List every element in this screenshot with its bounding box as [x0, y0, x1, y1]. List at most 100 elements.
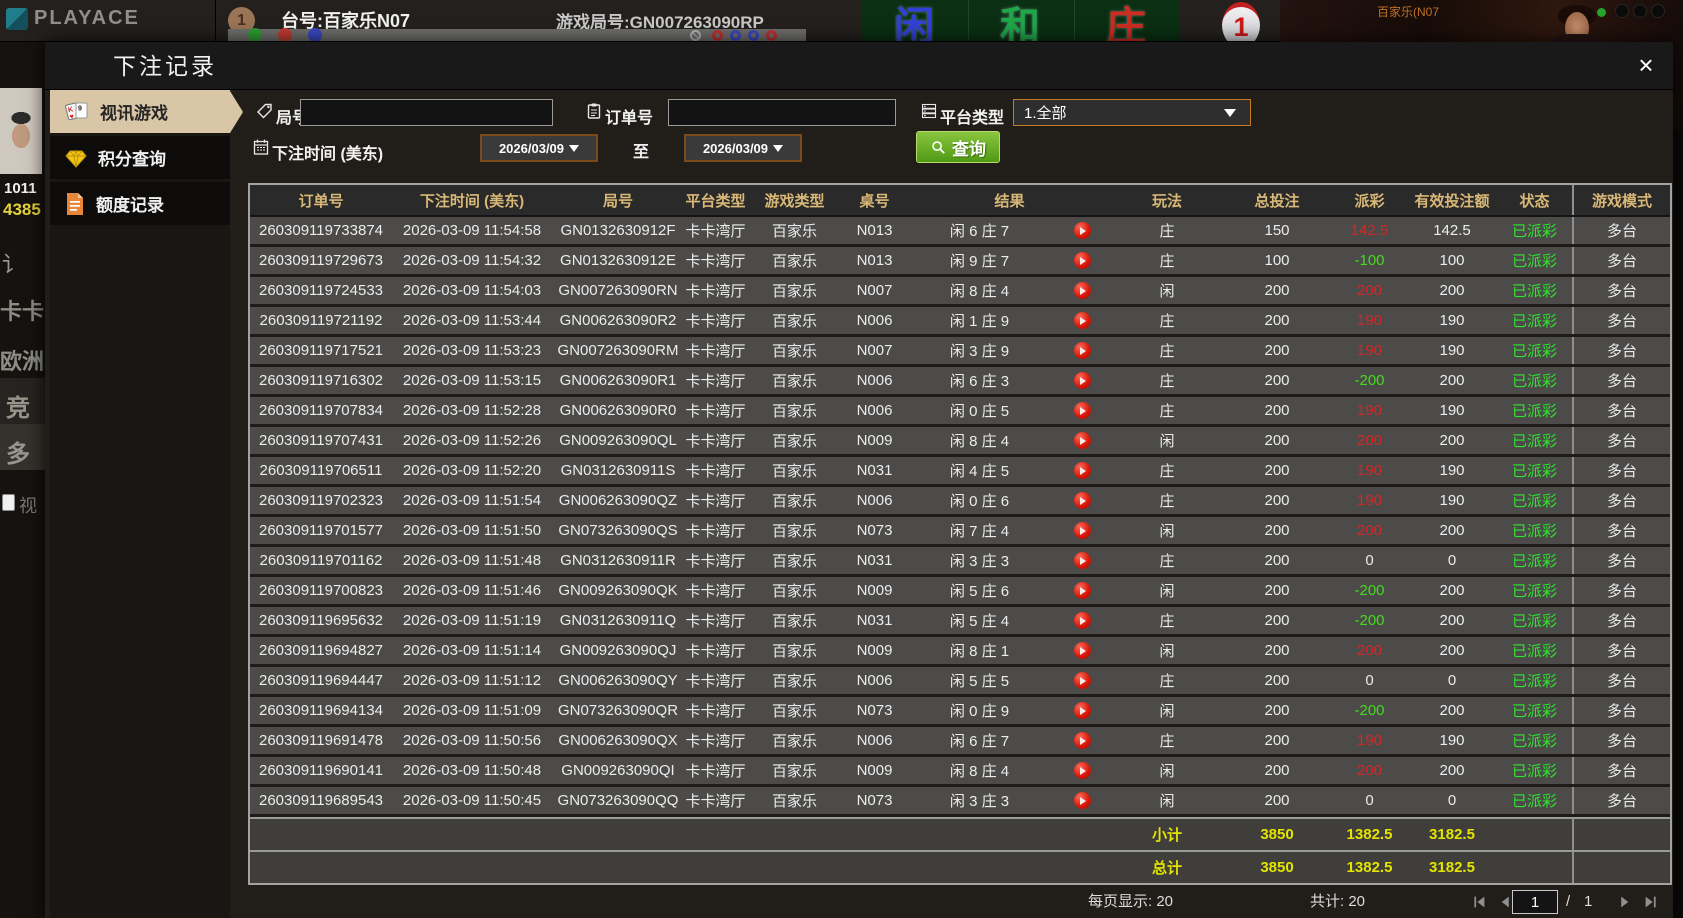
tab-quota-records[interactable]: 额度记录: [50, 182, 230, 225]
play-triangle-icon: [1080, 406, 1086, 415]
play-replay-button[interactable]: [1073, 732, 1091, 749]
cell-platform: 卡卡湾厅: [685, 493, 746, 510]
table-body: 260309119733874 2026-03-09 11:54:58 GN01…: [250, 217, 1670, 817]
cell-status: 已派彩: [1511, 553, 1557, 570]
cell-status: 已派彩: [1511, 403, 1557, 420]
cell-status: 已派彩: [1511, 433, 1557, 450]
table-row[interactable]: 260309119721192 2026-03-09 11:53:44 GN00…: [250, 307, 1670, 337]
date-to-picker[interactable]: 2026/03/09: [684, 134, 802, 162]
round-id-input[interactable]: [300, 99, 553, 126]
cell-round-id: GN006263090QY: [558, 672, 678, 689]
cell-game-type: 百家乐: [771, 643, 817, 660]
cell-valid-bet: 200: [1439, 432, 1465, 449]
table-row[interactable]: 260309119706511 2026-03-09 11:52:20 GN03…: [250, 457, 1670, 487]
cell-round-id: GN007263090RN: [558, 282, 678, 299]
play-replay-button[interactable]: [1073, 312, 1091, 329]
cell-payout: 142.5: [1350, 222, 1389, 239]
table-row[interactable]: 260309119702323 2026-03-09 11:51:54 GN00…: [250, 487, 1670, 517]
play-replay-button[interactable]: [1073, 672, 1091, 689]
platform-type-select[interactable]: 1.全部: [1013, 99, 1251, 126]
sidebar-item-europe[interactable]: 欧洲: [0, 344, 45, 376]
cell-valid-bet: 190: [1439, 402, 1465, 419]
table-row[interactable]: 260309119689543 2026-03-09 11:50:45 GN07…: [250, 787, 1670, 817]
play-replay-button[interactable]: [1073, 522, 1091, 539]
table-row[interactable]: 260309119700823 2026-03-09 11:51:46 GN00…: [250, 577, 1670, 607]
play-replay-button[interactable]: [1073, 462, 1091, 479]
cell-total-bet: 200: [1264, 372, 1290, 389]
table-row[interactable]: 260309119695632 2026-03-09 11:51:19 GN03…: [250, 607, 1670, 637]
table-row[interactable]: 260309119690141 2026-03-09 11:50:48 GN00…: [250, 757, 1670, 787]
play-replay-button[interactable]: [1073, 702, 1091, 719]
table-row[interactable]: 260309119707834 2026-03-09 11:52:28 GN00…: [250, 397, 1670, 427]
table-row[interactable]: 260309119729673 2026-03-09 11:54:32 GN01…: [250, 247, 1670, 277]
cell-game-type: 百家乐: [771, 493, 817, 510]
table-row[interactable]: 260309119694447 2026-03-09 11:51:12 GN00…: [250, 667, 1670, 697]
cell-bet-type: 庄: [1159, 613, 1175, 630]
play-triangle-icon: [1080, 526, 1086, 535]
bet-spot-tie[interactable]: 和: [1000, 7, 1040, 41]
cell-table-no: N031: [856, 612, 893, 629]
play-replay-button[interactable]: [1073, 372, 1091, 389]
cell-replay: [1052, 487, 1112, 514]
play-triangle-icon: [1080, 346, 1086, 355]
table-row[interactable]: 260309119694134 2026-03-09 11:51:09 GN07…: [250, 697, 1670, 727]
table-row[interactable]: 260309119691478 2026-03-09 11:50:56 GN00…: [250, 727, 1670, 757]
play-replay-button[interactable]: [1073, 432, 1091, 449]
sidebar-item-kaka[interactable]: 卡卡: [0, 294, 45, 326]
page-number-input[interactable]: [1512, 890, 1558, 914]
bet-spot-banker[interactable]: 庄: [1106, 7, 1146, 41]
play-replay-button[interactable]: [1073, 582, 1091, 599]
cell-bet-time: 2026-03-09 11:52:26: [402, 432, 542, 449]
table-row[interactable]: 260309119701162 2026-03-09 11:51:48 GN03…: [250, 547, 1670, 577]
cell-result: 闲 8 庄 1: [949, 643, 1010, 660]
table-row[interactable]: 260309119716302 2026-03-09 11:53:15 GN00…: [250, 367, 1670, 397]
cell-round-id: GN009263090QJ: [559, 642, 677, 659]
table-row[interactable]: 260309119724533 2026-03-09 11:54:03 GN00…: [250, 277, 1670, 307]
close-button[interactable]: ×: [1631, 50, 1661, 80]
cell-round-id: GN006263090QZ: [558, 492, 678, 509]
play-replay-button[interactable]: [1073, 402, 1091, 419]
cell-replay: [1052, 727, 1112, 754]
cell-payout: -100: [1354, 252, 1385, 269]
prev-page-button[interactable]: [1498, 895, 1512, 909]
date-from-picker[interactable]: 2026/03/09: [480, 134, 598, 162]
total-payout: 1382.5: [1346, 859, 1393, 876]
table-row[interactable]: 260309119701577 2026-03-09 11:51:50 GN07…: [250, 517, 1670, 547]
cell-game-mode: 多台: [1572, 667, 1670, 694]
last-page-button[interactable]: [1644, 895, 1658, 909]
play-replay-button[interactable]: [1073, 492, 1091, 509]
table-row[interactable]: 260309119707431 2026-03-09 11:52:26 GN00…: [250, 427, 1670, 457]
cell-platform: 卡卡湾厅: [685, 373, 746, 390]
play-replay-button[interactable]: [1073, 642, 1091, 659]
search-button[interactable]: 查询: [916, 131, 1000, 163]
play-replay-button[interactable]: [1073, 282, 1091, 299]
play-replay-button[interactable]: [1073, 552, 1091, 569]
cell-table-no: N073: [856, 792, 893, 809]
tab-video-games[interactable]: K ♥ 9 视讯游戏: [50, 90, 243, 133]
cell-game-mode: 多台: [1572, 427, 1670, 454]
first-page-button[interactable]: [1472, 895, 1486, 909]
bet-spot-player[interactable]: 闲: [894, 7, 934, 41]
table-row[interactable]: 260309119694827 2026-03-09 11:51:14 GN00…: [250, 637, 1670, 667]
cell-table-no: N006: [856, 312, 893, 329]
play-replay-button[interactable]: [1073, 222, 1091, 239]
cell-game-mode: 多台: [1572, 217, 1670, 244]
video-tab-clipped-label: 视: [19, 496, 37, 516]
table-row[interactable]: 260309119717521 2026-03-09 11:53:23 GN00…: [250, 337, 1670, 367]
play-replay-button[interactable]: [1073, 612, 1091, 629]
cell-valid-bet: 200: [1439, 582, 1465, 599]
order-id-input[interactable]: [668, 99, 896, 126]
play-replay-button[interactable]: [1073, 342, 1091, 359]
cell-game-type: 百家乐: [771, 763, 817, 780]
table-row[interactable]: 260309119733874 2026-03-09 11:54:58 GN01…: [250, 217, 1670, 247]
cell-game-type: 百家乐: [771, 343, 817, 360]
avatar[interactable]: [0, 88, 42, 174]
play-replay-button[interactable]: [1073, 252, 1091, 269]
next-page-button[interactable]: [1618, 895, 1632, 909]
play-replay-button[interactable]: [1073, 762, 1091, 779]
tab-points-query[interactable]: 积分查询: [50, 136, 230, 179]
cell-total-bet: 200: [1264, 552, 1290, 569]
cell-valid-bet: 190: [1439, 492, 1465, 509]
play-replay-button[interactable]: [1073, 792, 1091, 809]
cell-valid-bet: 190: [1439, 732, 1465, 749]
